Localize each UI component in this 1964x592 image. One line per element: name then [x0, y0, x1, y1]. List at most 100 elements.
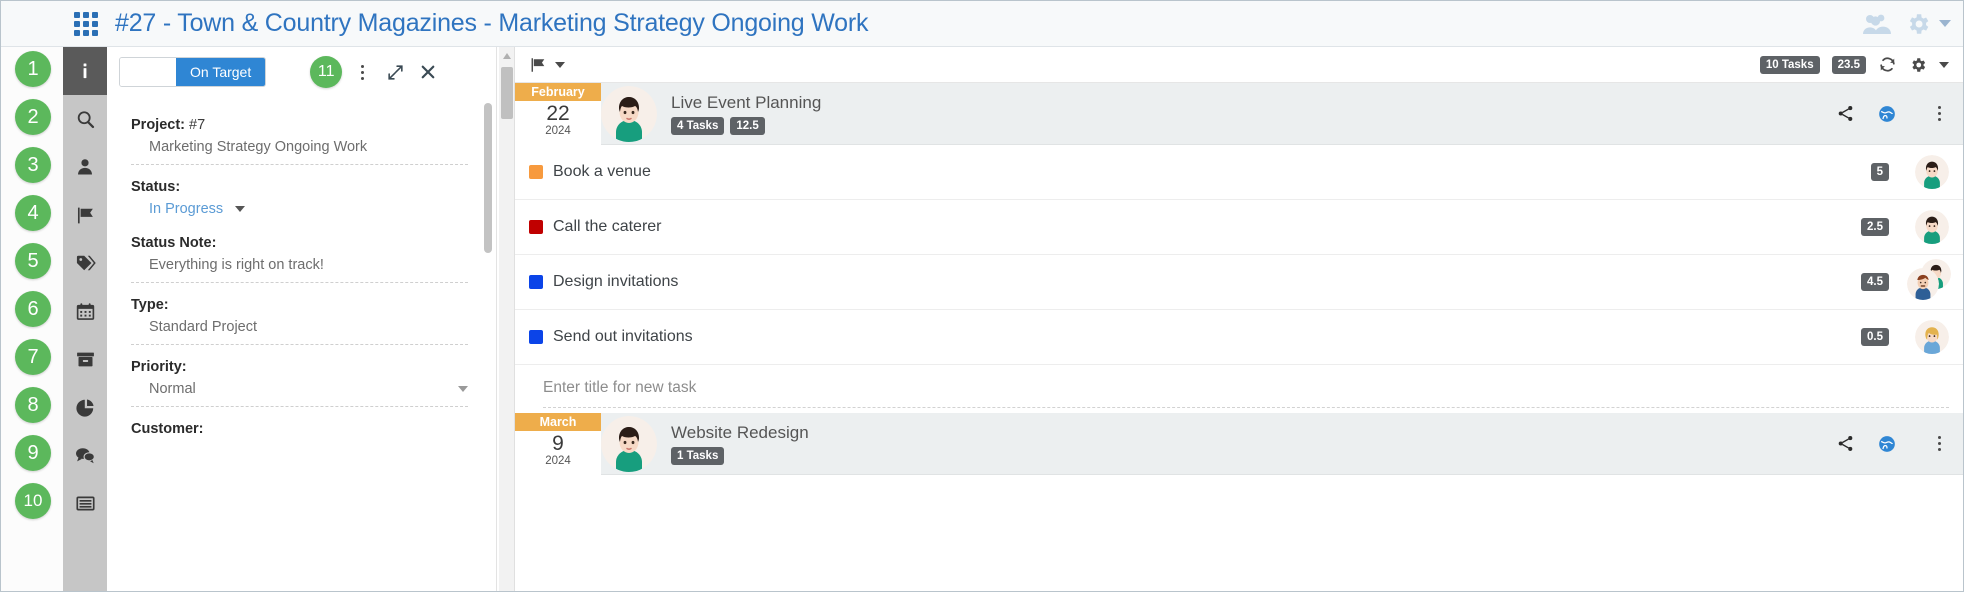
close-icon[interactable]: [419, 63, 437, 81]
globe-icon[interactable]: [1877, 104, 1897, 124]
group-task-count-pill: 1 Tasks: [671, 446, 725, 465]
group-title: Live Event Planning: [671, 92, 822, 112]
table-row[interactable]: Send out invitations 0.5: [515, 310, 1963, 365]
step-badge-2: 2: [15, 99, 51, 135]
field-status-value[interactable]: In Progress: [131, 201, 468, 221]
group-month: March: [515, 412, 601, 431]
avatar[interactable]: [1907, 155, 1949, 189]
task-row-right: 2.5: [1861, 210, 1949, 244]
chevron-down-icon[interactable]: [235, 206, 246, 212]
group-main: Website Redesign 1 Tasks: [671, 423, 809, 465]
step-badge-5: 5: [15, 243, 51, 279]
panel-scrollbar[interactable]: [499, 47, 515, 591]
project-fields: Project: #7 Marketing Strategy Ongoing W…: [107, 97, 496, 437]
avatar[interactable]: [1907, 268, 1939, 300]
field-priority-value[interactable]: Normal: [131, 381, 468, 407]
people-icon[interactable]: [1861, 12, 1891, 36]
group-actions: [1836, 104, 1949, 124]
rail-item-archive[interactable]: [63, 335, 107, 383]
field-type-label: Type:: [131, 297, 169, 313]
group-main: Live Event Planning 4 Tasks 12.5: [671, 93, 821, 135]
globe-icon[interactable]: [1877, 434, 1897, 454]
field-priority-text: Normal: [149, 381, 196, 397]
tasks-panel-header: 10 Tasks 23.5: [515, 47, 1963, 83]
group-year: 2024: [545, 454, 571, 467]
group-day: 9: [552, 431, 564, 455]
page-title: #27 - Town & Country Magazines - Marketi…: [115, 9, 869, 37]
step-badge-8: 8: [15, 387, 51, 423]
task-title: Call the caterer: [553, 218, 662, 235]
rail-item-flag[interactable]: [63, 191, 107, 239]
rail-item-tag[interactable]: [63, 239, 107, 287]
avatar[interactable]: [1907, 320, 1949, 354]
chevron-down-icon[interactable]: [1939, 20, 1951, 27]
step-badge-1: 1: [15, 51, 51, 87]
chevron-down-icon[interactable]: [555, 61, 565, 68]
gear-icon[interactable]: [1905, 11, 1931, 37]
task-row-right: 0.5: [1861, 320, 1949, 354]
avatar[interactable]: [601, 415, 657, 472]
new-task-input[interactable]: Enter title for new task: [543, 379, 696, 396]
group-actions: [1836, 434, 1949, 454]
field-project-value[interactable]: Marketing Strategy Ongoing Work: [131, 139, 468, 165]
field-status-note-value[interactable]: Everything is right on track!: [131, 257, 468, 283]
kebab-menu-icon[interactable]: [352, 64, 372, 80]
new-task-row[interactable]: Enter title for new task: [515, 365, 1963, 413]
avatar[interactable]: [601, 85, 657, 142]
rail-item-info[interactable]: [63, 47, 107, 95]
table-row[interactable]: Book a venue 5: [515, 145, 1963, 200]
tasks-header-actions: 10 Tasks 23.5: [1759, 55, 1949, 74]
step-badge-column: 1 2 3 4 5 6 7 8 9 10: [1, 47, 63, 591]
gear-icon[interactable]: [1909, 56, 1927, 74]
avatar-group[interactable]: [1907, 259, 1951, 300]
field-priority-label: Priority:: [131, 359, 187, 375]
group-title: Website Redesign: [671, 422, 809, 442]
field-project-number: #7: [189, 117, 206, 133]
field-status-label: Status:: [131, 179, 181, 195]
task-hours-pill: 5: [1870, 163, 1889, 181]
kebab-menu-icon[interactable]: [1929, 436, 1949, 451]
chevron-down-icon[interactable]: [458, 386, 468, 392]
rail-item-list[interactable]: [63, 479, 107, 527]
project-detail-panel: On Target 11 Project: #7 Marketing Strat…: [107, 47, 497, 591]
status-toggle-group[interactable]: On Target: [119, 57, 267, 87]
field-type-value[interactable]: Standard Project: [131, 319, 468, 345]
group-pills: 4 Tasks 12.5: [671, 116, 821, 135]
grid-menu-icon[interactable]: [73, 11, 99, 37]
flag-icon: [77, 207, 93, 223]
flag-filter-dropdown[interactable]: [529, 56, 565, 74]
scrollbar-thumb[interactable]: [501, 67, 513, 119]
chevron-down-icon[interactable]: [1939, 61, 1949, 68]
refresh-icon[interactable]: [1878, 55, 1897, 74]
rail-item-comments[interactable]: [63, 431, 107, 479]
scroll-up-arrow-icon[interactable]: [503, 53, 511, 59]
rail-item-person[interactable]: [63, 143, 107, 191]
step-badge-7: 7: [15, 339, 51, 375]
share-icon[interactable]: [1836, 104, 1855, 123]
share-icon[interactable]: [1836, 434, 1855, 453]
group-pills: 1 Tasks: [671, 446, 809, 465]
new-task-input-wrap[interactable]: Enter title for new task: [543, 371, 1949, 408]
task-group-header[interactable]: February 22 2024 Live Event Planning 4 T…: [515, 82, 1963, 145]
rail-item-reports[interactable]: [63, 383, 107, 431]
table-row[interactable]: Call the caterer 2.5: [515, 200, 1963, 255]
status-toggle-blank[interactable]: [120, 58, 176, 86]
step-badge-6: 6: [15, 291, 51, 327]
table-row[interactable]: Design invitations 4.5: [515, 255, 1963, 310]
detail-scrollbar[interactable]: [484, 103, 492, 253]
step-badge-3: 3: [15, 147, 51, 183]
kebab-menu-icon[interactable]: [1929, 106, 1949, 121]
avatar[interactable]: [1907, 210, 1949, 244]
rail-item-calendar[interactable]: [63, 287, 107, 335]
expand-icon[interactable]: [386, 63, 405, 82]
task-group-header[interactable]: March 9 2024 Website Redesign 1 Tasks: [515, 412, 1963, 475]
field-type: Type: Standard Project: [107, 297, 496, 345]
task-hours-pill: 0.5: [1861, 328, 1889, 346]
rail-item-search[interactable]: [63, 95, 107, 143]
archive-icon: [76, 352, 94, 366]
task-row-right: 5: [1870, 155, 1949, 189]
task-color-swatch: [529, 275, 543, 289]
group-month: February: [515, 82, 601, 101]
on-target-button[interactable]: On Target: [176, 58, 266, 86]
field-status-note-label: Status Note:: [131, 235, 217, 251]
